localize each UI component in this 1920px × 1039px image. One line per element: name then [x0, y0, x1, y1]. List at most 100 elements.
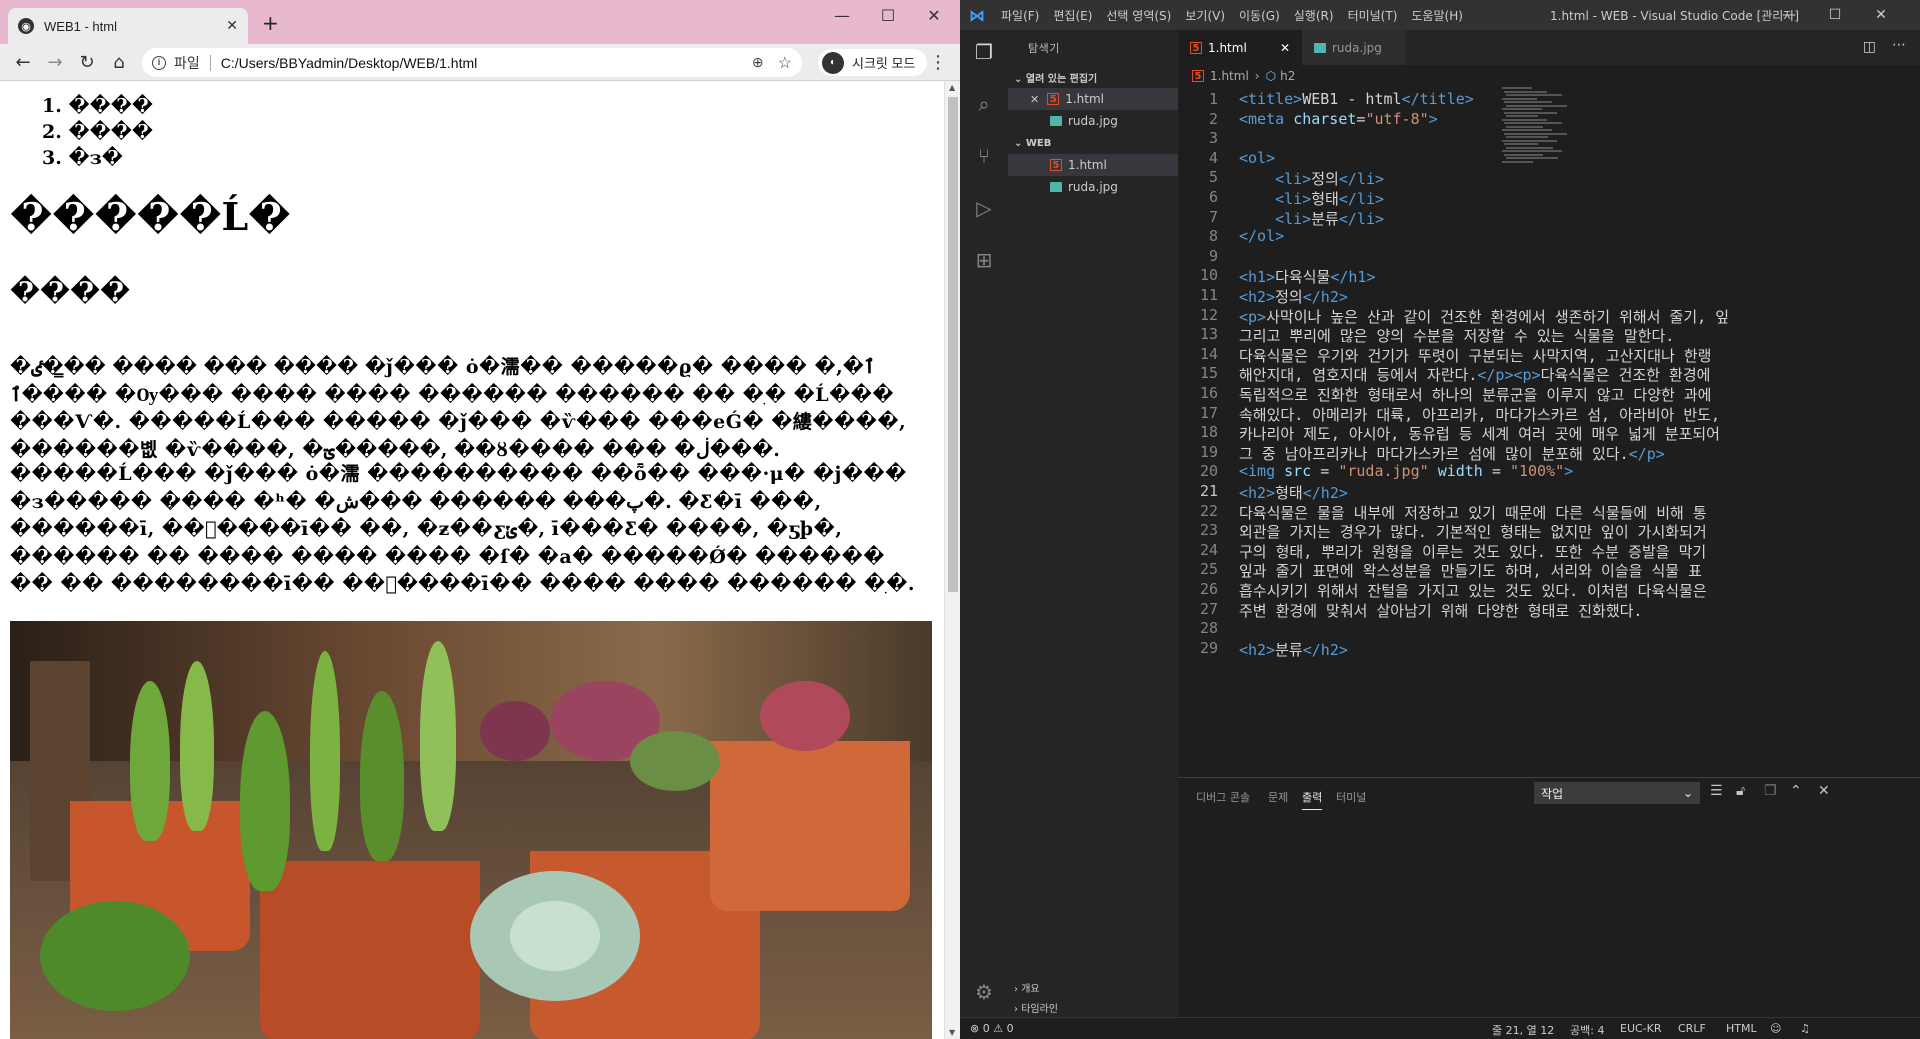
settings-gear-icon[interactable]: ⚙ — [972, 980, 996, 1004]
code-line[interactable]: <h2>정의</h2> — [1239, 286, 1348, 307]
more-actions-icon[interactable]: ⋯ — [1892, 37, 1906, 53]
code-line[interactable]: 다육식물은 우기와 건기가 뚜렷이 구분되는 사막지역, 고산지대나 한랭 — [1239, 345, 1711, 366]
open-editor-item[interactable]: ruda.jpg — [1008, 110, 1178, 132]
code-line[interactable]: <title>WEB1 - html</title> — [1239, 90, 1474, 108]
folder-file-item[interactable]: 5 1.html — [1008, 154, 1178, 176]
close-window-button[interactable]: ✕ — [914, 4, 954, 28]
code-line[interactable]: <li>형태</li> — [1239, 188, 1384, 209]
vscode-maximize-button[interactable]: ☐ — [1812, 4, 1858, 26]
code-line[interactable]: 흡수시키기 위해서 잔털을 가지고 있는 것도 있다. 이처럼 다육식물은 — [1239, 580, 1707, 601]
panel-tab-output[interactable]: 출력 — [1302, 789, 1322, 810]
lock-scroll-icon[interactable]: 🔓︎ — [1736, 783, 1745, 799]
code-line[interactable]: 해안지대, 염호지대 등에서 자란다.</p><p>다육식물은 건조한 환경에 — [1239, 364, 1710, 385]
minimize-button[interactable]: — — [822, 4, 862, 28]
code-line[interactable]: <h2>형태</h2> — [1239, 482, 1348, 503]
source-control-icon[interactable]: ⑂ — [972, 144, 996, 168]
back-arrow-icon[interactable]: ← — [12, 52, 34, 74]
problems-count[interactable]: ⊗ 0 ⚠ 0 — [970, 1022, 1014, 1035]
panel-tab-debug-console[interactable]: 디버그 콘솔 — [1196, 789, 1250, 805]
home-icon[interactable]: ⌂ — [108, 52, 130, 74]
incognito-badge[interactable]: ◐ 시크릿 모드 — [818, 49, 927, 76]
menu-go[interactable]: 이동(G) — [1232, 7, 1287, 24]
code-line[interactable]: <h2>분류</h2> — [1239, 639, 1348, 660]
menu-help[interactable]: 도움말(H) — [1404, 7, 1470, 24]
code-line[interactable]: 그리고 뿌리에 많은 양의 수분을 저장할 수 있는 식물을 말한다. — [1239, 325, 1674, 346]
vscode-close-button[interactable]: ✕ — [1858, 4, 1904, 26]
close-panel-icon[interactable]: ✕ — [1818, 783, 1830, 799]
output-channel-select[interactable]: 작업 ⌄ — [1534, 782, 1700, 804]
explorer-files-icon[interactable]: ❐ — [972, 40, 996, 64]
breadcrumb-file[interactable]: 1.html — [1210, 69, 1249, 83]
reload-icon[interactable]: ↻ — [76, 52, 98, 74]
code-line[interactable]: 속해있다. 아메리카 대륙, 아프리카, 마다가스카르 섬, 아라비아 반도, — [1239, 404, 1720, 425]
code-line[interactable]: <ol> — [1239, 149, 1275, 167]
clear-output-icon[interactable]: ☰ — [1710, 783, 1723, 799]
zoom-icon[interactable]: ⊕ — [752, 54, 764, 71]
close-tab-icon[interactable]: ✕ — [226, 18, 238, 34]
code-line[interactable]: <p>사막이나 높은 산과 같이 건조한 환경에서 생존하기 위해서 줄기, 잎 — [1239, 306, 1729, 327]
new-tab-button[interactable]: + — [262, 13, 279, 33]
feedback-icon[interactable]: ☺ — [1770, 1022, 1781, 1035]
scrollbar-thumb[interactable] — [948, 97, 958, 592]
code-line[interactable]: <img src = "ruda.jpg" width = "100%"> — [1239, 462, 1573, 480]
search-icon[interactable]: ⌕ — [972, 92, 996, 116]
page-scrollbar[interactable]: ▲ ▼ — [944, 81, 960, 1039]
file-encoding[interactable]: EUC-KR — [1620, 1022, 1662, 1035]
folder-file-item[interactable]: ruda.jpg — [1008, 176, 1178, 198]
outline-section[interactable]: › 개요 — [1014, 980, 1040, 995]
tab-ruda-jpg[interactable]: ruda.jpg — [1302, 30, 1406, 65]
close-icon[interactable]: ✕ — [1030, 93, 1039, 106]
close-tab-icon[interactable]: ✕ — [1280, 41, 1290, 55]
indentation[interactable]: 공백: 4 — [1570, 1022, 1604, 1038]
notifications-bell-icon[interactable]: ♫ — [1800, 1022, 1810, 1035]
code-line[interactable]: 구의 형태, 뿌리가 원형을 이루는 것도 있다. 또한 수분 증발을 막기 — [1239, 541, 1706, 562]
address-bar[interactable]: i 파일 C:/Users/BBYadmin/Desktop/WEB/1.htm… — [142, 48, 802, 77]
browser-tab[interactable]: ◉ WEB1 - html ✕ — [8, 8, 248, 44]
split-editor-icon[interactable]: ◫ — [1863, 39, 1876, 55]
maximize-button[interactable]: ☐ — [868, 4, 908, 28]
forward-arrow-icon[interactable]: → — [44, 52, 66, 74]
address-url[interactable]: C:/Users/BBYadmin/Desktop/WEB/1.html — [221, 55, 752, 71]
code-line[interactable]: 독립적으로 진화한 형태로서 하나의 분류군을 이루지 않고 다양한 과에 — [1239, 384, 1711, 405]
folder-section[interactable]: ⌄ WEB — [1014, 138, 1051, 149]
code-line[interactable]: 외관을 가지는 경우가 많다. 기본적인 형태는 없지만 잎이 가시화되거 — [1239, 521, 1707, 542]
code-line[interactable]: </ol> — [1239, 227, 1284, 245]
menu-terminal[interactable]: 터미널(T) — [1341, 7, 1405, 24]
menu-file[interactable]: 파일(F) — [994, 7, 1046, 24]
scroll-up-icon[interactable]: ▲ — [949, 83, 955, 92]
open-log-icon[interactable]: ❐ — [1764, 783, 1777, 799]
timeline-section[interactable]: › 타임라인 — [1014, 1000, 1058, 1015]
vscode-minimize-button[interactable]: — — [1766, 4, 1812, 26]
open-editors-section[interactable]: ⌄ 열려 있는 편집기 — [1014, 70, 1097, 85]
code-line[interactable]: <meta charset="utf-8"> — [1239, 110, 1438, 128]
breadcrumb-element[interactable]: h2 — [1280, 69, 1295, 83]
bookmark-star-icon[interactable]: ☆ — [778, 53, 792, 73]
line-ending[interactable]: CRLF — [1678, 1022, 1706, 1035]
code-line[interactable]: 카나리아 제도, 아시아, 동유럽 등 세계 여러 곳에 매우 넓게 분포되어 — [1239, 423, 1720, 444]
tab-1-html[interactable]: 5 1.html ✕ — [1178, 30, 1302, 65]
code-line[interactable]: <li>분류</li> — [1239, 208, 1384, 229]
maximize-panel-icon[interactable]: ⌃ — [1790, 783, 1802, 799]
code-editor[interactable]: 1 <title>WEB1 - html</title> 2 <meta charse… — [1178, 87, 1920, 777]
code-line[interactable]: 다육식물은 물을 내부에 저장하고 있기 때문에 다른 식물들에 비해 통 — [1239, 502, 1707, 523]
scroll-down-icon[interactable]: ▼ — [949, 1028, 955, 1037]
browser-menu-icon[interactable]: ⋮ — [928, 52, 948, 73]
code-line[interactable]: 주변 환경에 맞춰서 살아남기 위해 다양한 형태로 진화했다. — [1239, 600, 1642, 621]
menu-run[interactable]: 실행(R) — [1287, 7, 1341, 24]
menu-edit[interactable]: 편집(E) — [1046, 7, 1099, 24]
menu-selection[interactable]: 선택 영역(S) — [1099, 7, 1178, 24]
code-line[interactable]: 잎과 줄기 표면에 왁스성분을 만들기도 하며, 서리와 이슬을 식물 표 — [1239, 560, 1702, 581]
code-line[interactable]: 그 중 남아프리카나 마다가스카르 섬에 많이 분포해 있다.</p> — [1239, 443, 1665, 464]
panel-tab-problems[interactable]: 문제 — [1268, 789, 1288, 805]
language-mode[interactable]: HTML — [1726, 1022, 1757, 1035]
code-line[interactable]: <h1>다육식물</h1> — [1239, 266, 1375, 287]
open-editor-item[interactable]: ✕ 5 1.html — [1008, 88, 1178, 110]
code-line[interactable]: <li>정의</li> — [1239, 168, 1384, 189]
minimap[interactable] — [1502, 87, 1574, 177]
info-icon[interactable]: i — [152, 56, 166, 70]
cursor-position[interactable]: 줄 21, 열 12 — [1492, 1022, 1554, 1038]
menu-view[interactable]: 보기(V) — [1178, 7, 1232, 24]
run-debug-icon[interactable]: ▷ — [972, 196, 996, 220]
extensions-icon[interactable]: ⊞ — [972, 248, 996, 272]
panel-tab-terminal[interactable]: 터미널 — [1336, 789, 1366, 805]
